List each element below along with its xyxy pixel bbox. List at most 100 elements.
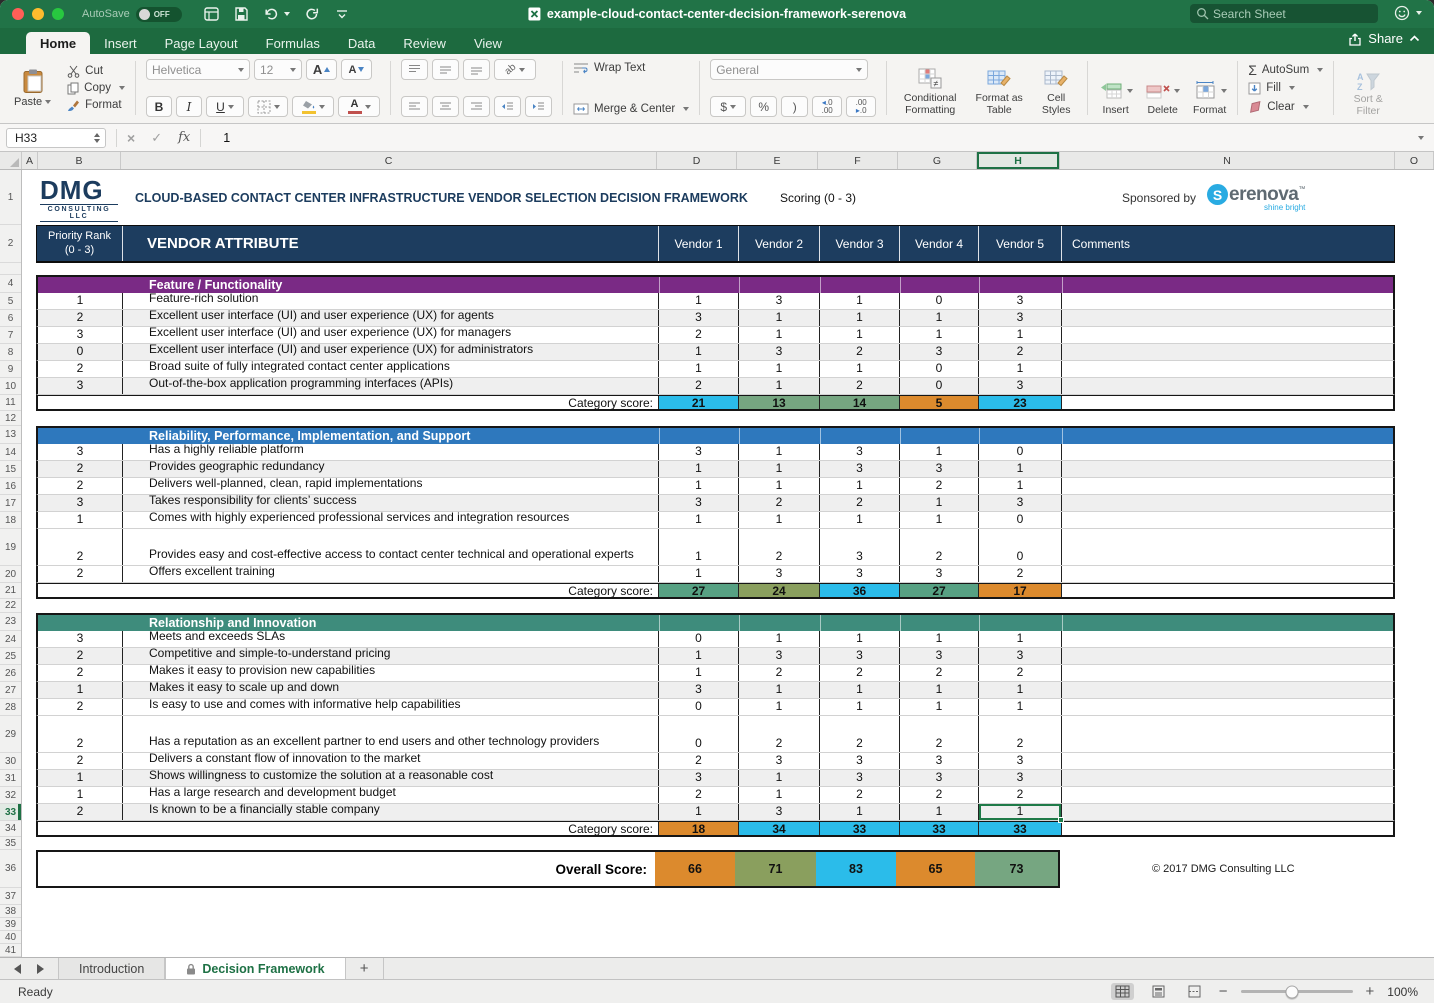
minimize-button[interactable] bbox=[32, 8, 44, 20]
vendor-2-score-cell[interactable]: 1 bbox=[739, 310, 820, 326]
vendor-5-score-cell[interactable]: 2 bbox=[979, 787, 1062, 803]
attribute-cell[interactable]: Provides geographic redundancy bbox=[123, 459, 659, 477]
save-button[interactable] bbox=[234, 7, 248, 21]
column-header-e[interactable]: E bbox=[737, 152, 818, 169]
enter-icon[interactable]: ✓ bbox=[151, 130, 162, 146]
vendor-3-score-cell[interactable]: 3 bbox=[820, 461, 900, 477]
autosum-button[interactable]: Σ AutoSum bbox=[1248, 61, 1324, 78]
priority-rank-cell[interactable]: 0 bbox=[38, 344, 123, 360]
vendor-4-score-cell[interactable]: 1 bbox=[900, 804, 979, 820]
vendor-3-score-cell[interactable]: 1 bbox=[820, 327, 900, 343]
vendor-2-score-cell[interactable]: 2 bbox=[739, 716, 820, 752]
vendor-5-score-cell[interactable]: 3 bbox=[979, 770, 1062, 786]
column-header-h[interactable]: H bbox=[977, 152, 1060, 169]
vendor-2-score-cell[interactable]: 1 bbox=[739, 699, 820, 715]
fill-handle[interactable] bbox=[1058, 817, 1064, 823]
row-header-21[interactable]: 21 bbox=[0, 583, 21, 599]
vendor-3-score-cell[interactable]: 3 bbox=[820, 753, 900, 769]
vendor-1-score-cell[interactable]: 2 bbox=[659, 787, 739, 803]
row-header-32[interactable]: 32 bbox=[0, 787, 21, 804]
vendor-1-score-cell[interactable]: 0 bbox=[659, 631, 739, 647]
vendor-3-score-cell[interactable]: 3 bbox=[820, 566, 900, 582]
vendor-5-score-cell[interactable]: 0 bbox=[979, 512, 1062, 528]
vendor-3-score-cell[interactable]: 1 bbox=[820, 478, 900, 494]
page-layout-view-button[interactable] bbox=[1147, 983, 1170, 1000]
formula-value[interactable]: 1 bbox=[223, 131, 230, 145]
menu-tab-view[interactable]: View bbox=[460, 32, 516, 54]
bold-button[interactable]: B bbox=[146, 96, 172, 117]
vendor-2-score-cell[interactable]: 3 bbox=[739, 293, 820, 309]
menu-tab-page-layout[interactable]: Page Layout bbox=[151, 32, 252, 54]
comma-style-button[interactable]: ) bbox=[781, 96, 809, 117]
vendor-4-score-cell[interactable]: 2 bbox=[900, 478, 979, 494]
vendor-1-score-cell[interactable]: 1 bbox=[659, 344, 739, 360]
vendor-4-score-cell[interactable]: 1 bbox=[900, 682, 979, 698]
vendor-2-score-cell[interactable]: 1 bbox=[739, 770, 820, 786]
vendor-4-score-cell[interactable]: 2 bbox=[900, 665, 979, 681]
increase-indent-button[interactable] bbox=[525, 96, 552, 117]
priority-rank-cell[interactable]: 2 bbox=[38, 361, 123, 377]
priority-rank-cell[interactable]: 2 bbox=[38, 665, 123, 681]
vendor-4-score-cell[interactable]: 3 bbox=[900, 461, 979, 477]
vendor-2-score-cell[interactable]: 2 bbox=[739, 495, 820, 511]
vendor-5-score-cell[interactable]: 3 bbox=[979, 378, 1062, 394]
feedback-button[interactable] bbox=[1394, 5, 1422, 21]
vendor-5-score-cell[interactable]: 1 bbox=[979, 478, 1062, 494]
vendor-1-score-cell[interactable]: 1 bbox=[659, 478, 739, 494]
vendor-2-score-cell[interactable]: 3 bbox=[739, 648, 820, 664]
attribute-cell[interactable]: Has a reputation as an excellent partner… bbox=[123, 716, 659, 752]
vendor-2-score-cell[interactable]: 1 bbox=[739, 327, 820, 343]
vendor-4-score-cell[interactable]: 2 bbox=[900, 716, 979, 752]
vendor-1-score-cell[interactable]: 2 bbox=[659, 753, 739, 769]
decrease-font-button[interactable]: A bbox=[341, 59, 372, 80]
column-header-d[interactable]: D bbox=[657, 152, 737, 169]
comments-cell[interactable] bbox=[1062, 699, 1393, 715]
vendor-1-score-cell[interactable]: 2 bbox=[659, 327, 739, 343]
priority-rank-cell[interactable]: 3 bbox=[38, 495, 123, 511]
vendor-4-score-cell[interactable]: 3 bbox=[900, 344, 979, 360]
attribute-cell[interactable]: Excellent user interface (UI) and user e… bbox=[123, 342, 659, 360]
fill-color-button[interactable] bbox=[292, 96, 334, 117]
clear-button[interactable]: Clear bbox=[1248, 98, 1323, 115]
vendor-2-score-cell[interactable]: 1 bbox=[739, 461, 820, 477]
row-header-13[interactable]: 13 bbox=[0, 426, 21, 444]
row-header-41[interactable]: 41 bbox=[0, 944, 21, 957]
comments-cell[interactable] bbox=[1062, 478, 1393, 494]
menu-tab-formulas[interactable]: Formulas bbox=[252, 32, 334, 54]
vendor-2-score-cell[interactable]: 3 bbox=[739, 753, 820, 769]
menu-tab-data[interactable]: Data bbox=[334, 32, 389, 54]
vendor-3-score-cell[interactable]: 1 bbox=[820, 310, 900, 326]
row-header-8[interactable]: 8 bbox=[0, 344, 21, 361]
vendor-5-score-cell[interactable]: 1 bbox=[979, 461, 1062, 477]
decrease-indent-button[interactable] bbox=[494, 96, 521, 117]
row-header-30[interactable]: 30 bbox=[0, 753, 21, 770]
priority-rank-cell[interactable]: 1 bbox=[38, 512, 123, 528]
comments-cell[interactable] bbox=[1062, 495, 1393, 511]
column-header-a[interactable]: A bbox=[22, 152, 38, 169]
attribute-cell[interactable]: Is easy to use and comes with informativ… bbox=[123, 697, 659, 715]
row-header-23[interactable]: 23 bbox=[0, 613, 21, 631]
increase-font-button[interactable]: A bbox=[306, 59, 337, 80]
vendor-2-score-cell[interactable]: 1 bbox=[739, 478, 820, 494]
vendor-4-score-cell[interactable]: 0 bbox=[900, 361, 979, 377]
share-button[interactable]: Share bbox=[1348, 31, 1420, 46]
comments-cell[interactable] bbox=[1062, 378, 1393, 394]
attribute-cell[interactable]: Excellent user interface (UI) and user e… bbox=[123, 308, 659, 326]
attribute-cell[interactable]: Competitive and simple-to-understand pri… bbox=[123, 646, 659, 664]
vendor-3-score-cell[interactable]: 2 bbox=[820, 716, 900, 752]
zoom-out-button[interactable]: − bbox=[1219, 984, 1228, 999]
paste-button[interactable]: Paste bbox=[8, 68, 57, 109]
format-as-table-button[interactable]: Format as Table bbox=[973, 68, 1025, 116]
comments-cell[interactable] bbox=[1062, 461, 1393, 477]
undo-button[interactable] bbox=[263, 7, 290, 21]
format-painter-button[interactable]: Format bbox=[67, 97, 125, 114]
vendor-4-score-cell[interactable]: 3 bbox=[900, 648, 979, 664]
attribute-cell[interactable]: Comes with highly experienced profession… bbox=[123, 510, 659, 528]
vendor-4-score-cell[interactable]: 1 bbox=[900, 631, 979, 647]
search-input[interactable]: Search Sheet bbox=[1190, 4, 1378, 23]
formula-bar-caret-icon[interactable] bbox=[1418, 135, 1424, 140]
vendor-3-score-cell[interactable]: 2 bbox=[820, 787, 900, 803]
vendor-5-score-cell[interactable]: 2 bbox=[979, 716, 1062, 752]
vendor-2-score-cell[interactable]: 1 bbox=[739, 512, 820, 528]
comments-cell[interactable] bbox=[1062, 327, 1393, 343]
